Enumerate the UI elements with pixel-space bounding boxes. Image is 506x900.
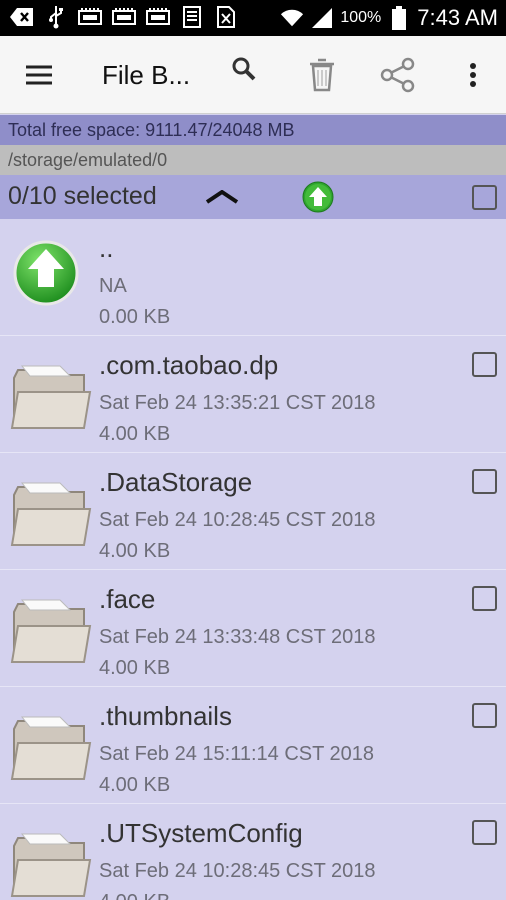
file-date: Sat Feb 24 13:33:48 CST 2018 — [99, 626, 376, 648]
file-name: .DataStorage — [99, 467, 253, 497]
selection-count: 0/10 selected — [8, 182, 157, 210]
hamburger-menu-icon[interactable] — [10, 36, 68, 114]
file-name: .face — [99, 584, 156, 614]
search-icon[interactable] — [224, 36, 264, 114]
file-date: NA — [99, 275, 127, 297]
storage-icon — [180, 6, 204, 28]
battery-percent: 100% — [340, 9, 382, 26]
list-item[interactable]: .DataStorage Sat Feb 24 10:28:45 CST 201… — [0, 453, 506, 570]
folder-icon — [8, 699, 92, 783]
signal-icon — [310, 7, 334, 29]
file-size: 4.00 KB — [99, 657, 171, 679]
file-date: Sat Feb 24 10:28:45 CST 2018 — [99, 509, 376, 531]
wifi-icon — [280, 7, 304, 29]
item-checkbox[interactable] — [472, 820, 497, 845]
action-bar: File B... — [0, 36, 506, 114]
list-item[interactable]: .UTSystemConfig Sat Feb 24 10:28:45 CST … — [0, 804, 506, 900]
clock: 7:43 AM — [417, 5, 498, 30]
folder-icon — [8, 348, 92, 432]
go-up-icon[interactable] — [302, 181, 334, 218]
file-size: 4.00 KB — [99, 774, 171, 796]
file-date: Sat Feb 24 13:35:21 CST 2018 — [99, 392, 376, 414]
chevron-up-icon[interactable] — [204, 183, 240, 211]
item-checkbox[interactable] — [472, 586, 497, 611]
item-checkbox[interactable] — [472, 703, 497, 728]
file-name: .com.taobao.dp — [99, 350, 279, 380]
no-sim-icon — [214, 6, 238, 28]
sd-card-icon — [112, 6, 136, 28]
status-bar: 100% 7:43 AM — [0, 0, 506, 36]
usb-icon — [44, 6, 68, 29]
file-name: .UTSystemConfig — [99, 818, 303, 848]
select-all-checkbox[interactable] — [472, 185, 497, 210]
file-size: 0.00 KB — [99, 306, 171, 328]
list-item[interactable]: .face Sat Feb 24 13:33:48 CST 2018 4.00 … — [0, 570, 506, 687]
file-name: .thumbnails — [99, 701, 232, 731]
share-icon[interactable] — [376, 36, 420, 114]
folder-icon — [8, 582, 92, 666]
file-size: 4.00 KB — [99, 540, 171, 562]
folder-icon — [8, 816, 92, 900]
list-item[interactable]: .thumbnails Sat Feb 24 15:11:14 CST 2018… — [0, 687, 506, 804]
sd-card-icon — [146, 6, 170, 28]
close-box-icon — [10, 6, 34, 28]
item-checkbox[interactable] — [472, 469, 497, 494]
file-name: .. — [99, 233, 114, 263]
file-size: 4.00 KB — [99, 423, 171, 445]
file-list: .. NA 0.00 KB .com.taobao.dp Sat Feb 24 … — [0, 219, 506, 900]
free-space-label: Total free space: 9111.47/24048 MB — [0, 115, 506, 145]
folder-icon — [8, 465, 92, 549]
list-item[interactable]: .. NA 0.00 KB — [0, 219, 506, 336]
file-size: 4.00 KB — [99, 891, 170, 900]
trash-icon[interactable] — [300, 36, 344, 114]
sd-card-icon — [78, 6, 102, 28]
app-title: File B... — [102, 60, 191, 90]
list-item[interactable]: .com.taobao.dp Sat Feb 24 13:35:21 CST 2… — [0, 336, 506, 453]
item-checkbox[interactable] — [472, 352, 497, 377]
file-date: Sat Feb 24 10:28:45 CST 2018 — [99, 860, 376, 882]
selection-bar: 0/10 selected — [0, 175, 506, 219]
file-date: Sat Feb 24 15:11:14 CST 2018 — [99, 743, 375, 765]
parent-directory-icon — [8, 231, 92, 315]
overflow-menu-icon[interactable] — [456, 36, 490, 114]
battery-icon — [387, 6, 411, 30]
current-path: /storage/emulated/0 — [0, 145, 506, 175]
